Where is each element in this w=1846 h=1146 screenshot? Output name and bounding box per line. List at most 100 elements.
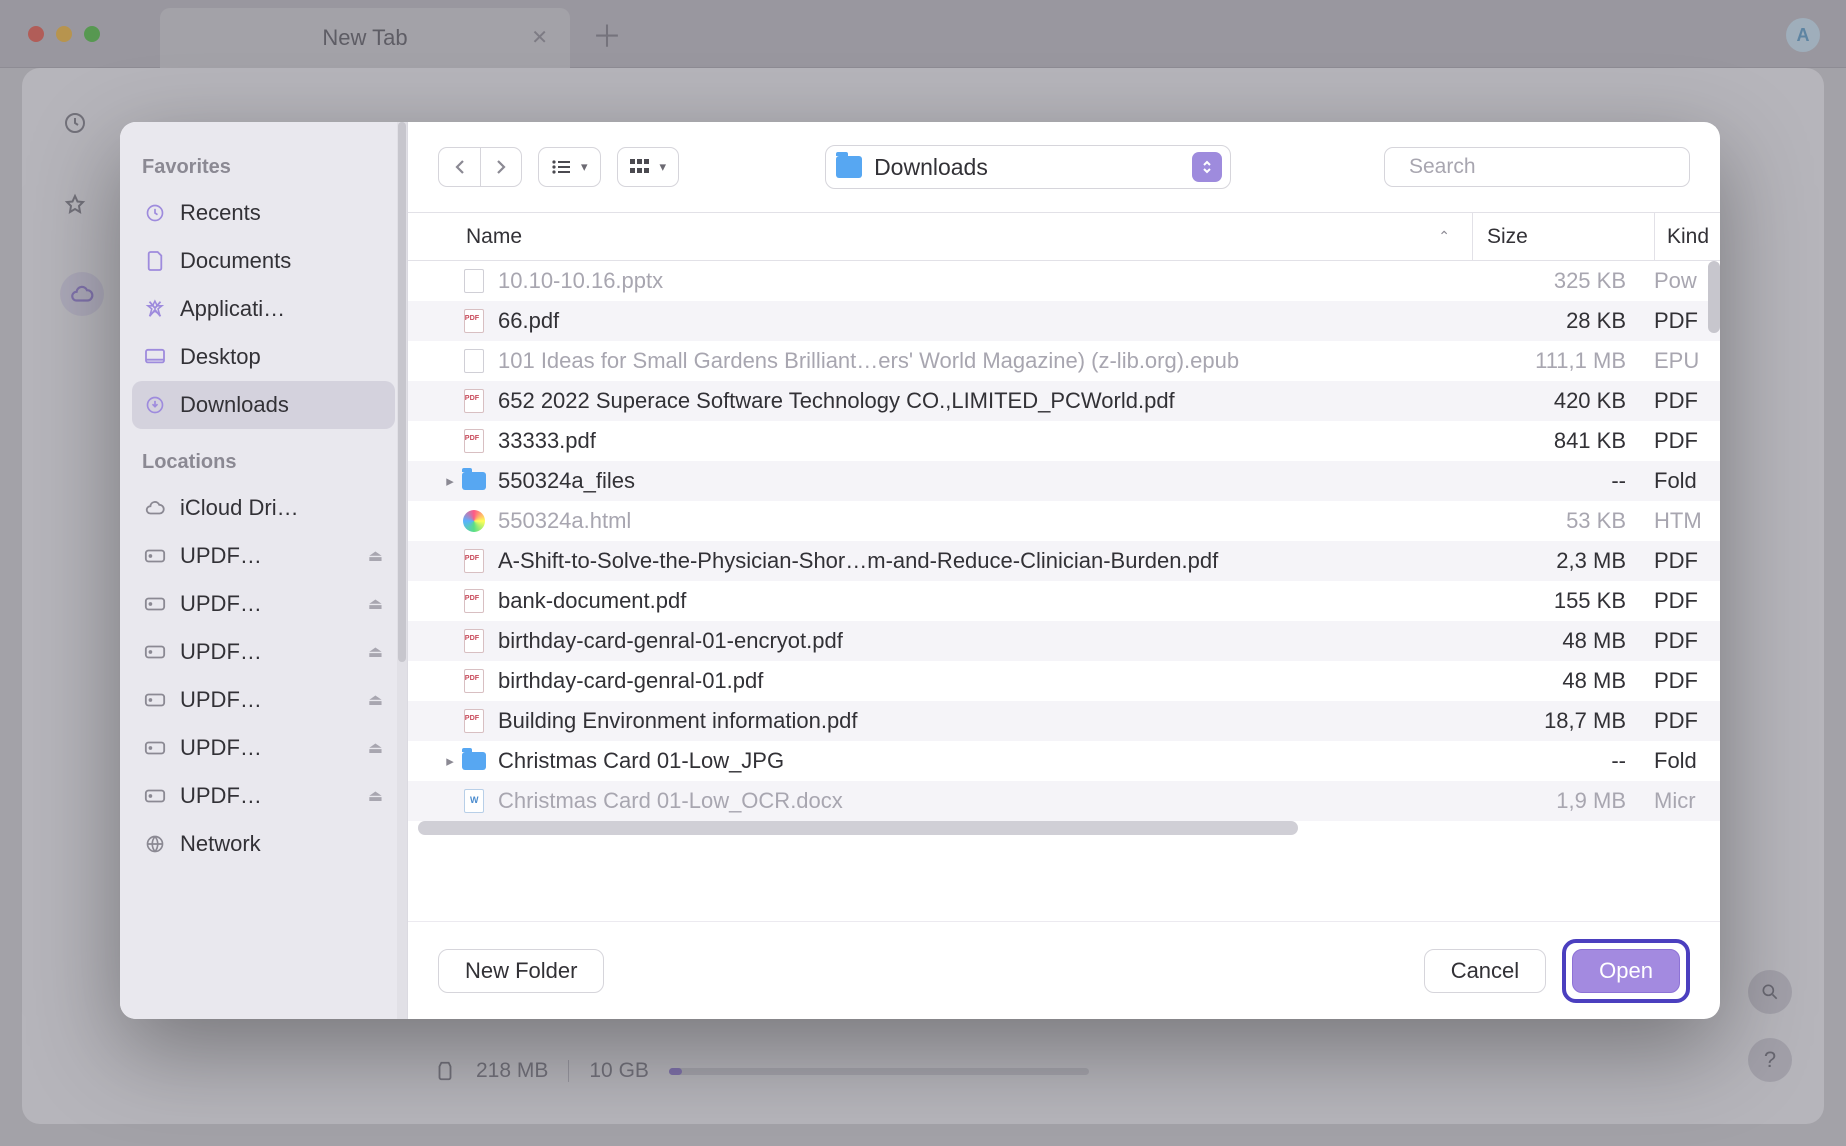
- file-name: 652 2022 Superace Software Technology CO…: [498, 388, 1472, 414]
- location-dropdown[interactable]: Downloads: [825, 145, 1231, 189]
- file-size: --: [1472, 748, 1654, 774]
- open-button-highlight: Open: [1562, 939, 1690, 1003]
- file-row[interactable]: Building Environment information.pdf18,7…: [408, 701, 1720, 741]
- sidebar-location-0[interactable]: iCloud Dri…: [132, 484, 395, 532]
- sidebar-location-6[interactable]: UPDF…⏏: [132, 772, 395, 820]
- sidebar-item-recents[interactable]: Recents: [132, 189, 395, 237]
- sidebar-location-5[interactable]: UPDF… ⏏: [132, 724, 395, 772]
- sidebar-item-label: Documents: [180, 248, 383, 274]
- column-header-row: Name ⌃ Size Kind: [408, 213, 1720, 261]
- file-row[interactable]: 33333.pdf841 KBPDF: [408, 421, 1720, 461]
- file-name: 66.pdf: [498, 308, 1472, 334]
- column-kind[interactable]: Kind: [1654, 213, 1720, 260]
- file-name: 550324a.html: [498, 508, 1472, 534]
- file-name: birthday-card-genral-01.pdf: [498, 668, 1472, 694]
- sidebar-location-1[interactable]: UPDF… ⏏: [132, 532, 395, 580]
- eject-icon[interactable]: ⏏: [368, 690, 383, 710]
- back-button[interactable]: [438, 147, 480, 187]
- cloud-icon: [144, 497, 166, 519]
- vertical-scrollbar-thumb[interactable]: [1708, 261, 1720, 333]
- sidebar-scrollbar-thumb[interactable]: [398, 122, 406, 662]
- open-button[interactable]: Open: [1572, 949, 1680, 993]
- file-kind: PDF: [1654, 388, 1720, 414]
- file-row: Christmas Card 01-Low_OCR.docx1,9 MBMicr: [408, 781, 1720, 821]
- new-folder-button[interactable]: New Folder: [438, 949, 604, 993]
- disclosure-triangle-icon[interactable]: ▸: [442, 752, 458, 770]
- file-size: 53 KB: [1472, 508, 1654, 534]
- app-window-backdrop: New Tab ✕ ＋ A 218 MB 10 GB ? Favorites: [0, 0, 1846, 1146]
- cancel-button[interactable]: Cancel: [1424, 949, 1546, 993]
- file-row[interactable]: birthday-card-genral-01.pdf48 MBPDF: [408, 661, 1720, 701]
- sidebar-scrollbar-track: [397, 122, 407, 1019]
- file-type-icon: [462, 511, 486, 531]
- eject-icon[interactable]: ⏏: [368, 594, 383, 614]
- search-input[interactable]: [1409, 155, 1680, 179]
- file-open-dialog: Favorites RecentsDocumentsApplicati…Desk…: [120, 122, 1720, 1019]
- search-field[interactable]: [1384, 147, 1690, 187]
- disk-icon: [144, 737, 166, 759]
- eject-icon[interactable]: ⏏: [368, 546, 383, 566]
- sidebar-item-label: Downloads: [180, 392, 383, 418]
- sidebar-item-applicati-[interactable]: Applicati…: [132, 285, 395, 333]
- file-name: bank-document.pdf: [498, 588, 1472, 614]
- file-name: Building Environment information.pdf: [498, 708, 1472, 734]
- sidebar-location-4[interactable]: UPDF…⏏: [132, 676, 395, 724]
- file-type-icon: [462, 631, 486, 651]
- file-kind: Micr: [1654, 788, 1720, 814]
- column-size[interactable]: Size: [1472, 213, 1654, 260]
- eject-icon[interactable]: ⏏: [368, 642, 383, 662]
- sidebar-item-label: UPDF…: [180, 639, 354, 665]
- disk-icon: [144, 689, 166, 711]
- file-row[interactable]: A-Shift-to-Solve-the-Physician-Shor…m-an…: [408, 541, 1720, 581]
- location-label: Downloads: [874, 154, 1180, 181]
- folder-icon: [836, 156, 862, 178]
- sidebar-location-2[interactable]: UPDF… ⏏: [132, 580, 395, 628]
- forward-button[interactable]: [480, 147, 522, 187]
- dialog-sidebar: Favorites RecentsDocumentsApplicati…Desk…: [120, 122, 408, 1019]
- file-type-icon: [462, 791, 486, 811]
- file-list[interactable]: 10.10-10.16.pptx325 KBPow66.pdf28 KBPDF 1…: [408, 261, 1720, 921]
- column-name[interactable]: Name: [466, 225, 1438, 249]
- sidebar-item-label: Applicati…: [180, 296, 383, 322]
- file-row: 10.10-10.16.pptx325 KBPow: [408, 261, 1720, 301]
- file-size: 420 KB: [1472, 388, 1654, 414]
- sidebar-item-desktop[interactable]: Desktop: [132, 333, 395, 381]
- file-size: 2,3 MB: [1472, 548, 1654, 574]
- nav-back-forward: [438, 147, 522, 187]
- column-name-label: Name: [466, 225, 522, 249]
- file-size: 155 KB: [1472, 588, 1654, 614]
- sidebar-item-documents[interactable]: Documents: [132, 237, 395, 285]
- sidebar-location-3[interactable]: UPDF… ⏏: [132, 628, 395, 676]
- file-kind: HTM: [1654, 508, 1720, 534]
- group-view-selector[interactable]: ▾: [617, 147, 680, 187]
- doc-icon: [144, 250, 166, 272]
- locations-heading: Locations: [142, 451, 385, 474]
- file-row[interactable]: birthday-card-genral-01-encryot.pdf48 MB…: [408, 621, 1720, 661]
- file-kind: PDF: [1654, 548, 1720, 574]
- file-row[interactable]: bank-document.pdf155 KBPDF: [408, 581, 1720, 621]
- file-name: 101 Ideas for Small Gardens Brilliant…er…: [498, 348, 1472, 374]
- sidebar-item-label: UPDF…: [180, 543, 354, 569]
- sort-ascending-icon[interactable]: ⌃: [1438, 228, 1450, 245]
- clock-icon: [144, 202, 166, 224]
- file-row[interactable]: ▸550324a_files--Fold: [408, 461, 1720, 501]
- sidebar-item-label: UPDF…: [180, 591, 354, 617]
- list-view-selector[interactable]: ▾: [538, 147, 601, 187]
- sidebar-location-7[interactable]: Network: [132, 820, 395, 868]
- file-size: --: [1472, 468, 1654, 494]
- sidebar-item-label: UPDF…: [180, 735, 354, 761]
- file-size: 48 MB: [1472, 668, 1654, 694]
- file-type-icon: [462, 591, 486, 611]
- file-row[interactable]: 66.pdf28 KBPDF: [408, 301, 1720, 341]
- sidebar-item-downloads[interactable]: Downloads: [132, 381, 395, 429]
- file-name: Christmas Card 01-Low_OCR.docx: [498, 788, 1472, 814]
- file-size: 841 KB: [1472, 428, 1654, 454]
- eject-icon[interactable]: ⏏: [368, 738, 383, 758]
- horizontal-scrollbar-thumb[interactable]: [418, 821, 1298, 835]
- file-row[interactable]: ▸Christmas Card 01-Low_JPG--Fold: [408, 741, 1720, 781]
- eject-icon[interactable]: ⏏: [368, 786, 383, 806]
- file-kind: PDF: [1654, 588, 1720, 614]
- disclosure-triangle-icon[interactable]: ▸: [442, 472, 458, 490]
- file-type-icon: [462, 551, 486, 571]
- file-row[interactable]: 652 2022 Superace Software Technology CO…: [408, 381, 1720, 421]
